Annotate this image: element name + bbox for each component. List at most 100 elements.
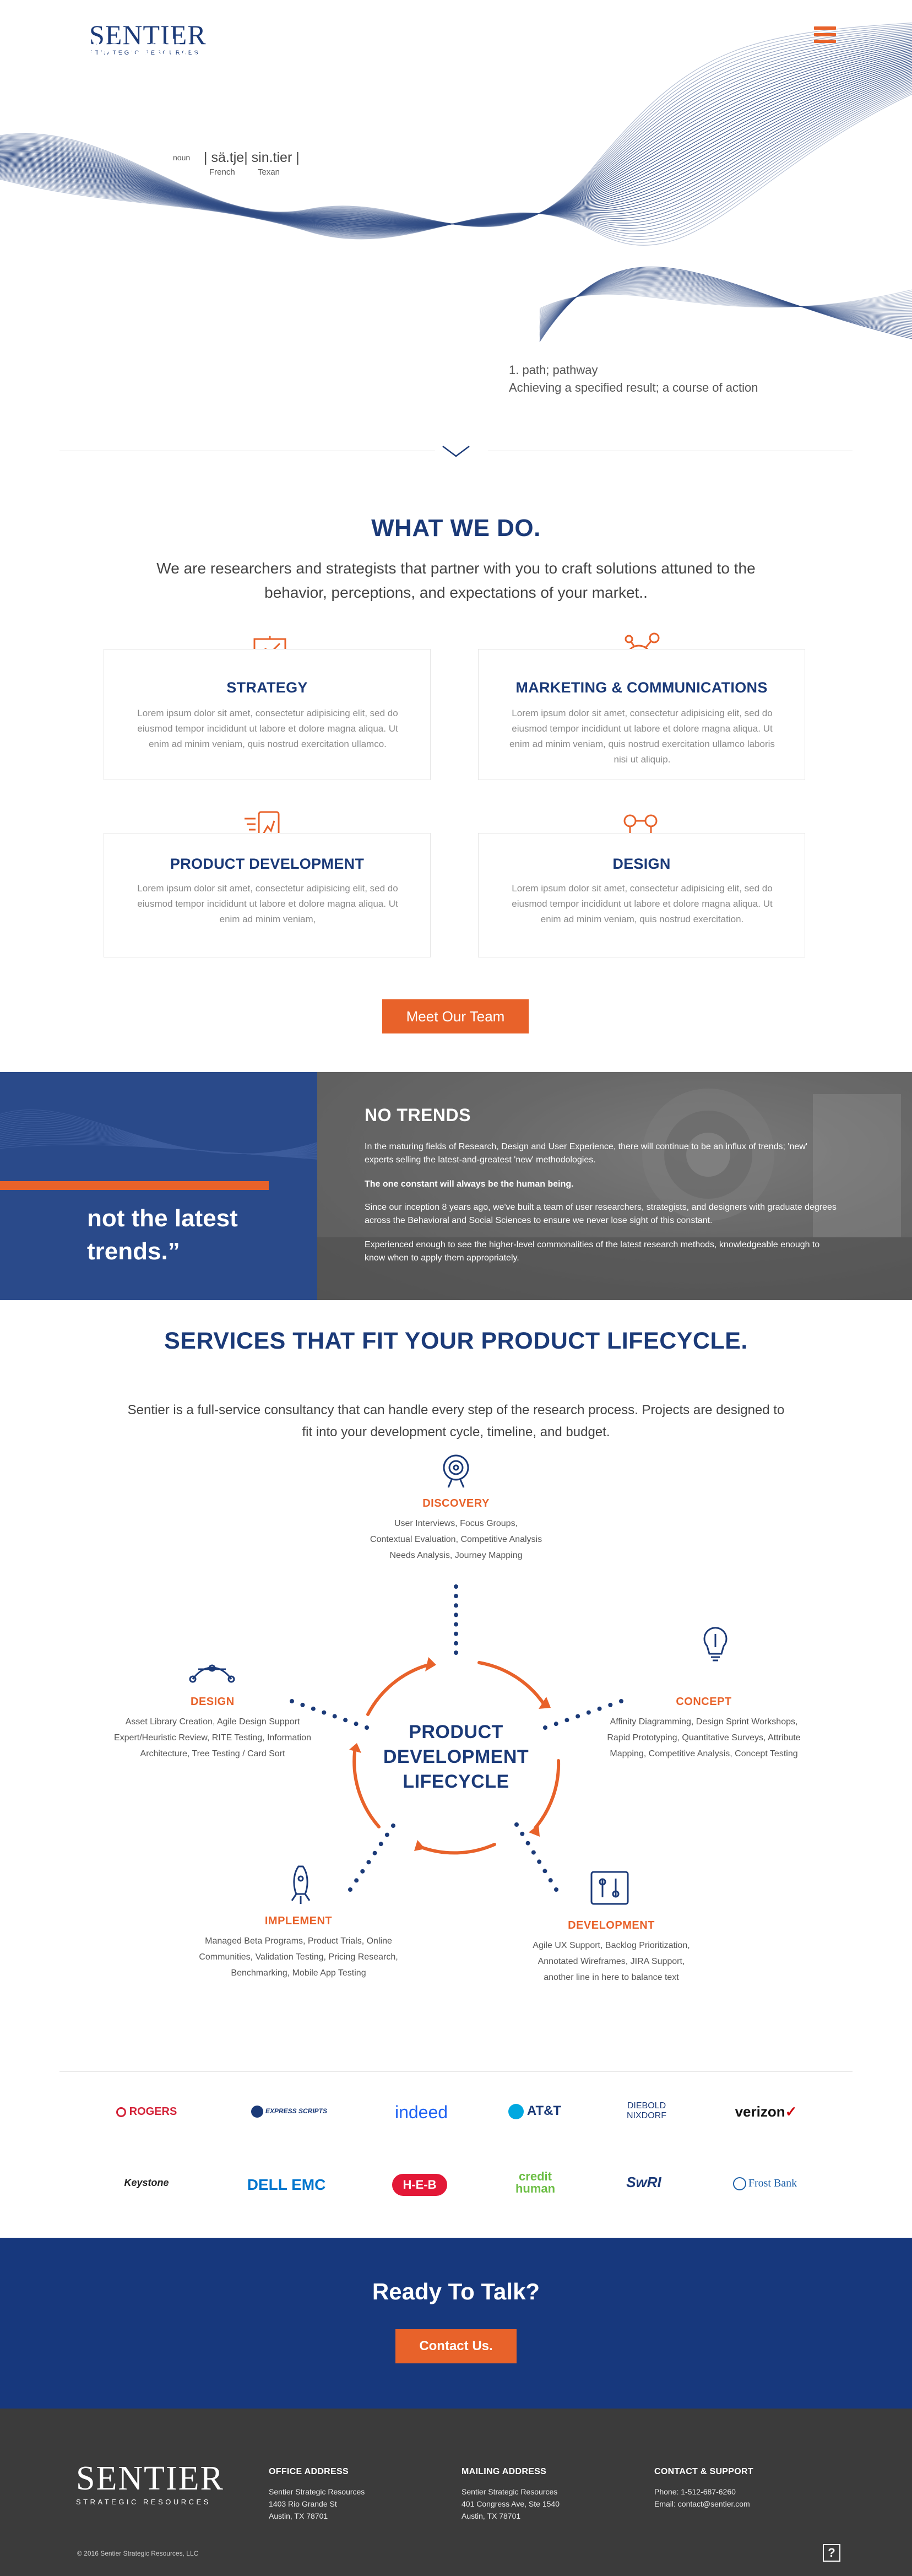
stage-desc-line: Agile UX Support, Backlog Prioritization… <box>533 1941 690 1950</box>
client-name: EXPRESS SCRIPTS <box>265 2107 328 2115</box>
footer-phone-link[interactable]: Phone: 1-512-687-6260 <box>654 2486 753 2498</box>
stage-title: DISCOVERY <box>422 1497 490 1509</box>
stage-desc-line: Communities, Validation Testing, Pricing… <box>199 1952 398 1962</box>
service-card-product-development[interactable]: PRODUCT DEVELOPMENT Lorem ipsum dolor si… <box>104 833 431 957</box>
stage-description: User Interviews, Focus Groups, Contextua… <box>318 1516 594 1563</box>
footer-line: Sentier Strategic Resources <box>269 2487 365 2496</box>
stage-concept: CONCEPT Affinity Diagramming, Design Spr… <box>583 1696 825 1762</box>
stage-desc-line: another line in here to balance text <box>544 1973 679 1982</box>
card-title: DESIGN <box>612 856 671 872</box>
footer-contact: Phone: 1-512-687-6260 Email: contact@sen… <box>654 2486 753 2510</box>
card-title: STRATEGY <box>226 679 308 696</box>
services-title: SERVICES THAT FIT YOUR PRODUCT LIFECYCLE… <box>164 1328 748 1354</box>
client-logo-dell-emc: DELL EMC <box>247 2176 326 2193</box>
spoke-dot <box>384 1832 389 1837</box>
lifecycle-label-line-1: PRODUCT <box>409 1722 503 1742</box>
service-card-design[interactable]: DESIGN Lorem ipsum dolor sit amet, conse… <box>478 833 805 957</box>
stage-description: Affinity Diagramming, Design Sprint Work… <box>583 1714 825 1762</box>
client-logo-att: AT&T <box>504 2103 565 2119</box>
definition-line-1: 1. path; pathway <box>509 363 598 377</box>
spoke-dot <box>343 1718 348 1723</box>
no-trends-heading: NO TRENDS <box>365 1105 471 1125</box>
service-card-marketing[interactable]: MARKETING & COMMUNICATIONS Lorem ipsum d… <box>478 649 805 780</box>
help-icon[interactable]: ? <box>823 2544 840 2562</box>
spoke-dot <box>354 1722 359 1727</box>
stage-implement: IMPLEMENT Managed Beta Programs, Product… <box>183 1915 414 1981</box>
footer-address: Sentier Strategic Resources 1403 Rio Gra… <box>269 2486 365 2522</box>
footer-line: Austin, TX 78701 <box>462 2512 521 2520</box>
spoke-dot <box>537 1859 542 1864</box>
client-logo-diebold-nixdorf: DIEBOLD NIXDORF <box>627 2101 666 2120</box>
footer-line: Austin, TX 78701 <box>269 2512 328 2520</box>
spoke-dot <box>454 1584 458 1589</box>
development-tools-icon <box>590 1871 629 1905</box>
client-logo-verizon: verizon✓ <box>735 2103 797 2120</box>
stage-desc-line: Expert/Heuristic Review, RITE Testing, I… <box>113 1733 312 1742</box>
spoke-dot <box>454 1641 458 1646</box>
spoke-dot <box>564 1718 569 1723</box>
no-trends-paragraph-2: The one constant will always be the huma… <box>365 1179 574 1189</box>
quote-text: “We evolve with our users, <box>73 32 258 98</box>
chevron-down-icon[interactable] <box>442 444 470 458</box>
stage-desc-line: User Interviews, Focus Groups, <box>394 1519 518 1528</box>
cta-section: Ready To Talk? Contact Us. <box>0 2238 912 2409</box>
lifecycle-label-line-2: DEVELOPMENT <box>383 1746 529 1767</box>
spoke-dot <box>454 1603 458 1608</box>
spoke-dot <box>514 1822 519 1827</box>
copyright: © 2016 Sentier Strategic Resources, LLC <box>77 2550 199 2557</box>
footer-line: 1403 Rio Grande St <box>269 2499 337 2508</box>
meet-our-team-button[interactable]: Meet Our Team <box>382 999 529 1033</box>
implement-rocket-icon <box>291 1865 311 1904</box>
quote-text-2: not the latest trends.” <box>87 1202 238 1268</box>
stage-desc-line: Benchmarking, Mobile App Testing <box>231 1968 366 1978</box>
spoke-dot <box>391 1823 395 1828</box>
spoke-dot <box>548 1878 553 1883</box>
quote-line-3: not the latest <box>87 1205 238 1232</box>
footer-heading: CONTACT & SUPPORT <box>654 2467 753 2476</box>
spoke-dot <box>454 1622 458 1627</box>
stage-desc-line: Needs Analysis, Journey Mapping <box>389 1551 523 1560</box>
spoke-dot <box>348 1887 352 1892</box>
stage-title: DESIGN <box>191 1696 235 1708</box>
spoke-dot <box>554 1887 558 1892</box>
client-logo-express-scripts: EXPRESS SCRIPTS <box>242 2106 336 2118</box>
footer-office-address: OFFICE ADDRESS Sentier Strategic Resourc… <box>269 2467 365 2522</box>
service-card-strategy[interactable]: STRATEGY Lorem ipsum dolor sit amet, con… <box>104 649 431 780</box>
cta-title: Ready To Talk? <box>372 2279 540 2304</box>
spoke-dot <box>525 1841 530 1846</box>
client-name: verizon <box>735 2103 785 2120</box>
no-trends-paragraph-1: In the maturing fields of Research, Desi… <box>365 1142 807 1165</box>
contact-us-button[interactable]: Contact Us. <box>395 2329 517 2363</box>
spoke-dot <box>454 1650 458 1655</box>
clients-divider-top <box>59 2071 853 2072</box>
footer-email-link[interactable]: Email: contact@sentier.com <box>654 2498 753 2510</box>
stage-desc-line: Affinity Diagramming, Design Sprint Work… <box>610 1717 798 1727</box>
footer-brand-tagline: STRATEGIC RESOURCES <box>76 2498 211 2506</box>
what-we-do-title: WHAT WE DO. <box>371 515 541 542</box>
spoke-dot <box>454 1594 458 1599</box>
what-we-do-lead: We are researchers and strategists that … <box>156 560 756 601</box>
quote-line-1: “We evolve with <box>73 35 258 62</box>
footer-heading: OFFICE ADDRESS <box>269 2467 349 2476</box>
stage-desc-line: Rapid Prototyping, Quantitative Surveys,… <box>607 1733 801 1742</box>
stage-description: Agile UX Support, Backlog Prioritization… <box>496 1938 727 1985</box>
design-bezier-icon <box>189 1664 235 1683</box>
card-text: Lorem ipsum dolor sit amet, consectetur … <box>512 883 773 924</box>
stage-desc-line: Architecture, Tree Testing / Card Sort <box>140 1749 285 1758</box>
pron-texan: Texan <box>258 167 280 177</box>
client-logo-heb: H-E-B <box>392 2174 447 2196</box>
menu-hamburger-icon[interactable] <box>814 26 836 45</box>
client-logo-frost-bank: Frost Bank <box>724 2177 806 2191</box>
spoke-dot <box>354 1878 359 1883</box>
footer-heading: MAILING ADDRESS <box>462 2467 547 2476</box>
services-lead: Sentier is a full-service consultancy th… <box>127 1403 785 1439</box>
no-trends-paragraph-3: Since our inception 8 years ago, we've b… <box>365 1203 837 1225</box>
spoke-dot <box>360 1869 365 1874</box>
spoke-dot <box>378 1842 383 1847</box>
client-logo-credit-human: credit human <box>515 2169 556 2195</box>
stage-description: Managed Beta Programs, Product Trials, O… <box>183 1933 414 1981</box>
spoke-dot <box>454 1631 458 1636</box>
client-logo-swri: SwRI <box>626 2174 661 2190</box>
footer-logo[interactable]: SENTIER STRATEGIC RESOURCES <box>76 2461 224 2506</box>
card-text: Lorem ipsum dolor sit amet, consectetur … <box>509 708 775 765</box>
